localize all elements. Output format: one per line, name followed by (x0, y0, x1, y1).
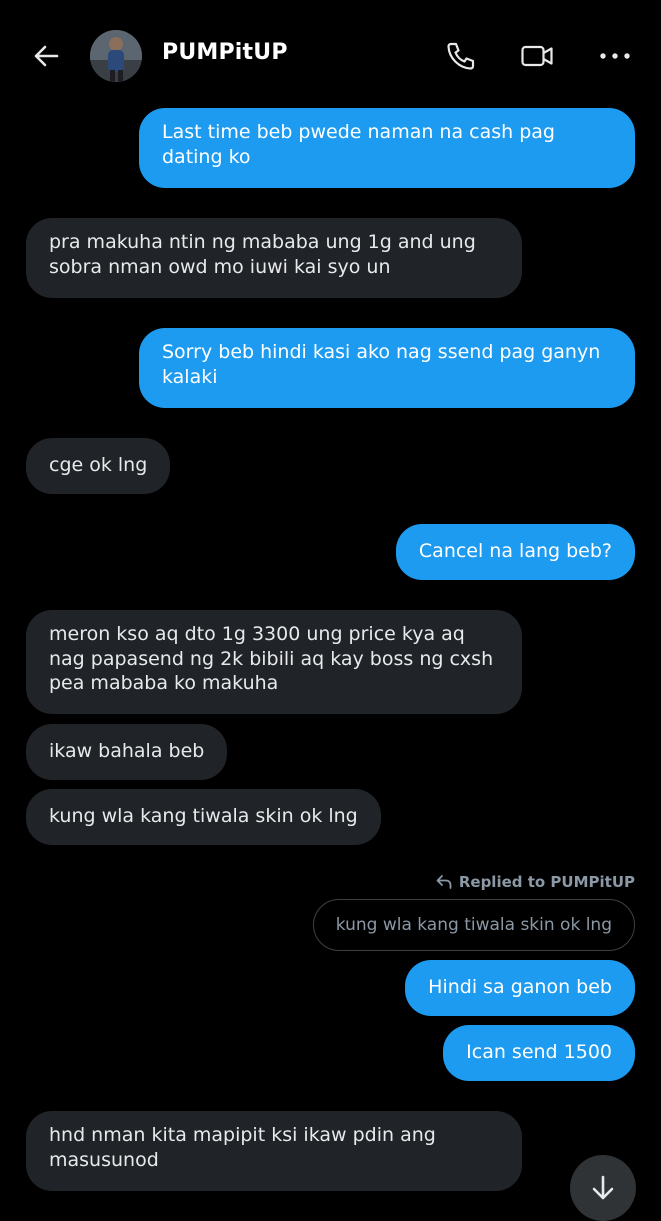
back-button[interactable] (30, 40, 62, 72)
message-bubble-outgoing[interactable]: Ican send 1500 (443, 1025, 635, 1081)
arrow-left-icon (34, 45, 59, 67)
arrow-down-icon (592, 1175, 614, 1200)
message-text: Last time beb pwede naman na cash pag da… (162, 121, 555, 168)
message-bubble-incoming[interactable]: meron kso aq dto 1g 3300 ung price kya a… (26, 610, 522, 714)
message-text: Hindi sa ganon beb (428, 976, 612, 998)
message-bubble-incoming[interactable]: ikaw bahala beb (26, 724, 228, 780)
scroll-to-bottom-button[interactable] (570, 1155, 636, 1221)
more-options-button[interactable] (597, 38, 633, 74)
message-text: Ican send 1500 (466, 1041, 612, 1063)
message-text: pra makuha ntin ng mababa ung 1g and ung… (49, 231, 476, 278)
quoted-message[interactable]: kung wla kang tiwala skin ok lng (312, 899, 635, 951)
message-bubble-incoming[interactable]: hnd nman kita mapipit ksi ikaw pdin ang … (26, 1111, 522, 1191)
message-text: kung wla kang tiwala skin ok lng (49, 805, 358, 827)
video-camera-icon (521, 45, 553, 67)
phone-icon (447, 42, 475, 70)
call-button[interactable] (443, 38, 479, 74)
message-text: hnd nman kita mapipit ksi ikaw pdin ang … (49, 1124, 436, 1171)
conversation-header: PUMPitUP (0, 0, 661, 110)
message-bubble-incoming[interactable]: pra makuha ntin ng mababa ung 1g and ung… (26, 218, 522, 298)
message-bubble-outgoing[interactable]: Last time beb pwede naman na cash pag da… (139, 108, 635, 188)
message-text: Sorry beb hindi kasi ako nag ssend pag g… (162, 341, 601, 388)
conversation-title[interactable]: PUMPitUP (162, 40, 288, 65)
message-bubble-incoming[interactable]: cge ok lng (26, 438, 171, 494)
message-text: meron kso aq dto 1g 3300 ung price kya a… (49, 623, 494, 694)
message-text: Cancel na lang beb? (418, 540, 612, 562)
video-call-button[interactable] (519, 38, 555, 74)
reply-label: Replied to PUMPitUP (458, 873, 635, 891)
more-dots-icon (600, 53, 630, 59)
message-bubble-outgoing[interactable]: Hindi sa ganon beb (405, 960, 635, 1016)
avatar-image (90, 30, 142, 82)
message-text: ikaw bahala beb (49, 740, 205, 762)
message-bubble-incoming[interactable]: kung wla kang tiwala skin ok lng (26, 789, 381, 845)
message-bubble-outgoing[interactable]: Sorry beb hindi kasi ako nag ssend pag g… (139, 328, 635, 408)
message-text: cge ok lng (49, 454, 148, 476)
avatar[interactable] (90, 30, 142, 82)
quoted-text: kung wla kang tiwala skin ok lng (335, 915, 612, 935)
reply-indicator: Replied to PUMPitUP (435, 872, 635, 892)
reply-arrow-icon (436, 875, 452, 889)
message-bubble-outgoing[interactable]: Cancel na lang beb? (395, 524, 635, 580)
